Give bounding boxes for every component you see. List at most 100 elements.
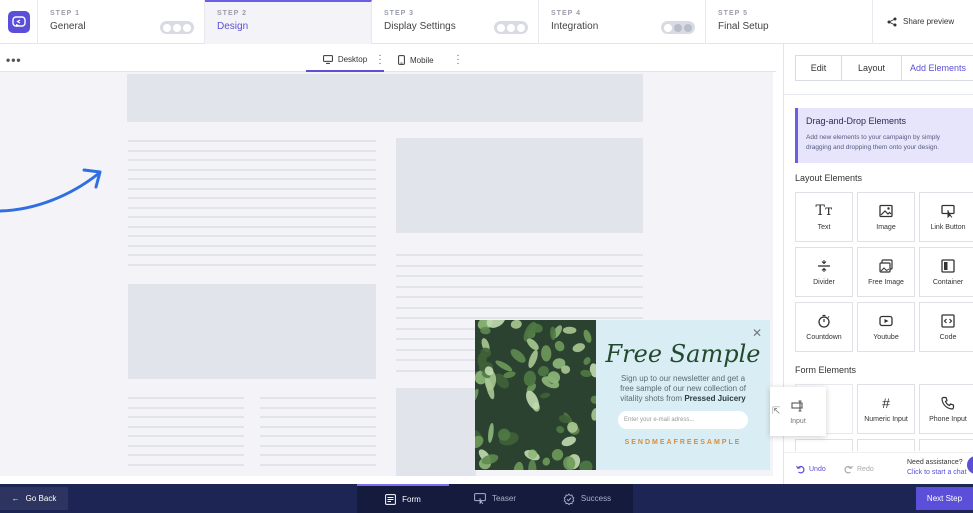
success-icon	[563, 492, 575, 505]
desktop-view-tab[interactable]: Desktop	[306, 48, 384, 72]
close-icon[interactable]: ✕	[752, 326, 762, 340]
campaign-mode-tabs: Form Teaser Success	[357, 484, 633, 513]
placeholder-line	[260, 416, 376, 418]
start-chat-link[interactable]: Click to start a chat	[907, 468, 967, 478]
element-container[interactable]: Container	[919, 247, 973, 297]
undo-icon	[796, 465, 805, 474]
tab-add-elements[interactable]: Add Elements	[902, 56, 973, 80]
step-number: STEP 4	[551, 10, 581, 17]
countdown-icon	[818, 314, 830, 328]
text-icon: Tт	[815, 202, 833, 219]
element-countdown[interactable]: Countdown	[795, 302, 853, 352]
popup-brand: Pressed Juicery	[684, 394, 746, 403]
element-code[interactable]: Code	[919, 302, 973, 352]
tab-form[interactable]: Form	[357, 484, 449, 513]
placeholder-line	[128, 206, 376, 209]
step-display-settings[interactable]: STEP 3 Display Settings	[372, 0, 539, 44]
desktop-options-icon[interactable]: · · ·	[378, 51, 382, 69]
element-label: Free Image	[868, 278, 904, 286]
step-general[interactable]: STEP 1 General	[38, 0, 205, 44]
placeholder-line	[128, 254, 376, 256]
popup-subtitle[interactable]: Sign up to our newsletter and get a free…	[614, 374, 752, 404]
placeholder-line	[260, 435, 376, 437]
placeholder-line	[260, 406, 376, 409]
placeholder-line	[396, 285, 643, 288]
element-link-button[interactable]: Link Button	[919, 192, 973, 242]
placeholder-line	[396, 264, 643, 267]
step-integration[interactable]: STEP 4 Integration	[539, 0, 706, 44]
step-number: STEP 5	[718, 10, 748, 17]
tab-teaser[interactable]: Teaser	[449, 484, 541, 513]
mobile-view-tab[interactable]: Mobile	[398, 48, 434, 72]
divider	[784, 94, 973, 95]
assistance: Need assistance? Click to start a chat	[907, 458, 967, 478]
element-row-partial[interactable]	[857, 439, 915, 451]
step-final-setup[interactable]: STEP 5 Final Setup	[706, 0, 873, 44]
element-label: Youtube	[873, 333, 899, 341]
element-label: Divider	[813, 278, 835, 286]
tab-edit[interactable]: Edit	[796, 56, 842, 80]
element-label: Numeric Input	[864, 415, 908, 423]
element-divider[interactable]: Divider	[795, 247, 853, 297]
element-image[interactable]: Image	[857, 192, 915, 242]
element-youtube[interactable]: Youtube	[857, 302, 915, 352]
element-label: Container	[932, 278, 964, 286]
more-options-icon[interactable]: •••	[6, 54, 22, 66]
teaser-icon	[474, 493, 486, 504]
popup-content: ✕ Free Sample Sign up to our newsletter …	[596, 320, 770, 470]
go-back-button[interactable]: ← Go Back	[0, 487, 68, 510]
placeholder-line	[128, 149, 376, 152]
mobile-label: Mobile	[410, 55, 434, 65]
placeholder-line	[128, 244, 376, 247]
placeholder-line	[128, 397, 244, 399]
undo-button[interactable]: Undo	[796, 465, 826, 474]
next-step-button[interactable]: Next Step	[916, 487, 973, 510]
placeholder-header	[127, 74, 643, 122]
tab-layout[interactable]: Layout	[842, 56, 902, 80]
element-numeric-input[interactable]: # Numeric Input	[857, 384, 915, 434]
mobile-options-icon[interactable]: · · ·	[456, 51, 460, 69]
element-text[interactable]: Tт Text	[795, 192, 853, 242]
input-icon	[791, 399, 803, 412]
popup-cta-button[interactable]: SENDMEAFREESAMPLE	[596, 439, 770, 446]
placeholder-line	[128, 425, 244, 428]
placeholder-line	[260, 397, 376, 399]
tab-success[interactable]: Success	[541, 484, 633, 513]
placeholder-line	[260, 425, 376, 428]
placeholder-line	[128, 444, 244, 447]
mobile-icon	[398, 55, 405, 65]
element-row-partial[interactable]	[795, 439, 853, 451]
steps-bar: STEP 1 General STEP 2 Design STEP 3 Disp…	[0, 0, 973, 44]
app-logo-icon	[7, 11, 30, 33]
drag-drop-text: Add new elements to your campaign by sim…	[806, 134, 941, 151]
element-row-partial[interactable]	[919, 439, 973, 451]
step-progress-dots	[494, 21, 528, 34]
step-number: STEP 3	[384, 10, 414, 17]
logo[interactable]	[0, 0, 38, 44]
popup-title[interactable]: Free Sample	[596, 340, 770, 368]
undo-label: Undo	[809, 466, 826, 473]
element-label: Image	[876, 223, 896, 231]
redo-icon	[844, 465, 853, 474]
tab-form-label: Form	[402, 495, 421, 504]
step-design[interactable]: STEP 2 Design	[205, 0, 372, 44]
phone-icon	[941, 396, 955, 410]
placeholder-line	[128, 187, 376, 190]
step-number: STEP 2	[217, 10, 247, 17]
succulent-photo	[475, 320, 596, 470]
chat-bubble-icon[interactable]	[967, 456, 973, 474]
share-preview-button[interactable]: Share preview	[873, 0, 973, 43]
free-image-icon	[879, 258, 893, 273]
step-name: Final Setup	[718, 21, 769, 32]
email-input[interactable]: Enter your e-mail adress...	[618, 411, 748, 429]
image-icon	[879, 204, 893, 217]
element-free-image[interactable]: Free Image	[857, 247, 915, 297]
element-phone-input[interactable]: Phone Input	[919, 384, 973, 434]
redo-button[interactable]: Redo	[844, 465, 874, 474]
arrow-left-icon: ←	[11, 494, 20, 503]
cursor-icon: ⇱	[772, 406, 781, 417]
panel-footer: Undo Redo Need assistance? Click to star…	[784, 452, 973, 484]
popup-preview[interactable]: ✕ Free Sample Sign up to our newsletter …	[475, 320, 770, 470]
placeholder-line	[128, 235, 376, 237]
placeholder-line	[260, 444, 376, 447]
